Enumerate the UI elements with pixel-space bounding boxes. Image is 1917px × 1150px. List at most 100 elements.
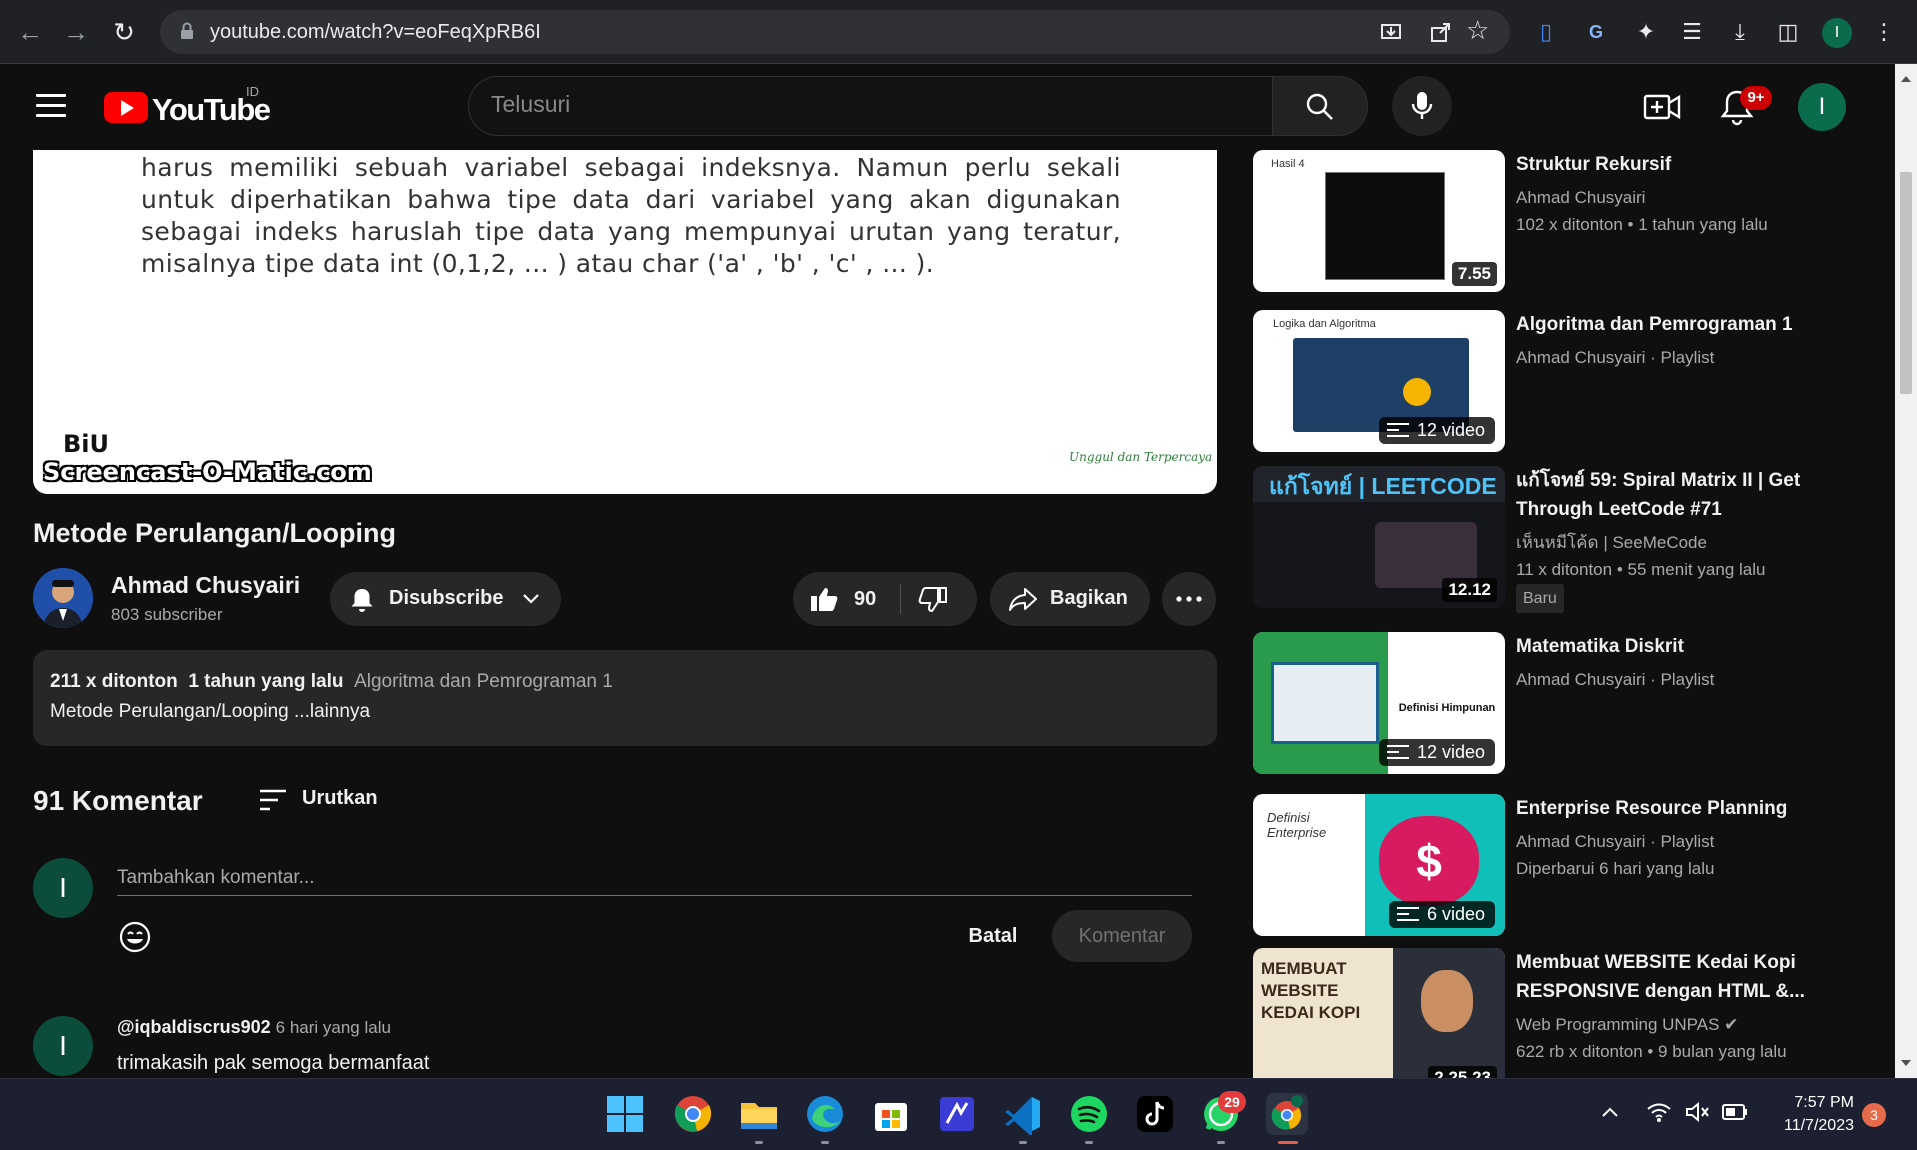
comment-author-handle[interactable]: @iqbaldiscrus902 — [117, 1017, 271, 1037]
playlist-count-badge: 12 video — [1378, 417, 1495, 444]
spotify-icon[interactable] — [1068, 1093, 1110, 1135]
recommendation-channel: Ahmad Chusyairi · Playlist — [1516, 670, 1715, 689]
file-explorer-icon[interactable] — [738, 1093, 780, 1135]
scrollbar-thumb[interactable] — [1900, 172, 1912, 394]
docs-extension-icon[interactable]: ▯ — [1528, 14, 1564, 50]
recommendation-item[interactable]: Definisi Himpunan 12 video Matematika Di… — [1253, 632, 1893, 774]
video-duration: 12.12 — [1442, 578, 1497, 602]
verified-check-icon: ✔ — [1724, 1015, 1739, 1034]
running-indicator — [755, 1141, 763, 1144]
bookmark-star-icon[interactable]: ☆ — [1466, 15, 1489, 46]
recommendation-item[interactable]: Logika dan Algoritma 12 video Algoritma … — [1253, 310, 1893, 452]
video-thumbnail[interactable]: MEMBUAT WEBSITE KEDAI KOPI 2.25.23 — [1253, 948, 1505, 1078]
recommendation-item[interactable]: Hasil 4 7.55 Struktur Rekursif Ahmad Chu… — [1253, 150, 1893, 292]
description-box[interactable]: 211 x ditonton 1 tahun yang lalu Algorit… — [33, 650, 1217, 746]
screencast-watermark: Screencast-O-Matic.com — [43, 458, 372, 486]
recommendation-item[interactable]: MEMBUAT WEBSITE KEDAI KOPI 2.25.23 Membu… — [1253, 948, 1893, 1078]
search-button[interactable] — [1272, 76, 1368, 136]
playlist-thumbnail[interactable]: Definisi Himpunan 12 video — [1253, 632, 1505, 774]
microphone-icon — [1411, 92, 1433, 119]
cancel-comment-button[interactable]: Batal — [958, 910, 1028, 962]
channel-avatar[interactable] — [33, 568, 93, 628]
bell-ringing-icon — [351, 589, 373, 612]
extensions-puzzle-icon[interactable]: ✦ — [1628, 14, 1664, 50]
slide-footer-logo: Unggul dan Terpercaya — [1069, 450, 1213, 464]
emoji-icon[interactable] — [118, 920, 152, 954]
playlist-thumbnail[interactable]: Definisi Enterprise $ 6 video — [1253, 794, 1505, 936]
recommendation-item[interactable]: แก้โจทย์ | LEETCODE 12.12 แก้โจทย์ 59: S… — [1253, 466, 1893, 613]
speaker-muted-icon[interactable] — [1684, 1101, 1710, 1123]
slide-text: harus memiliki sebuah variabel sebagai i… — [141, 153, 1121, 278]
recommendation-meta: 11 x ditonton • 55 menit yang lalu — [1516, 560, 1766, 579]
channel-name[interactable]: Ahmad Chusyairi — [111, 572, 300, 599]
clock-date[interactable]: 11/7/2023 — [1766, 1117, 1854, 1135]
recommendation-title: Enterprise Resource Planning — [1516, 798, 1788, 819]
share-page-icon[interactable] — [1430, 21, 1452, 43]
more-horizontal-icon — [1176, 596, 1202, 602]
forward-arrow-icon[interactable]: → — [58, 14, 94, 50]
translate-extension-icon[interactable]: G — [1578, 14, 1614, 50]
address-bar[interactable]: youtube.com/watch?v=eoFeqXpRB6I ☆ — [160, 10, 1510, 54]
comment-time[interactable]: 6 hari yang lalu — [276, 1018, 391, 1037]
voice-search-button[interactable] — [1392, 76, 1452, 136]
back-arrow-icon[interactable]: ← — [12, 14, 48, 50]
recommendation-channel: Ahmad Chusyairi · Playlist — [1516, 832, 1715, 851]
chrome-taskbar-icon[interactable] — [672, 1093, 714, 1135]
playlist-count-badge: 6 video — [1388, 901, 1495, 928]
like-divider — [900, 584, 901, 614]
recommendation-item[interactable]: Definisi Enterprise $ 6 video Enterprise… — [1253, 794, 1893, 936]
playlist-link[interactable]: Algoritma dan Pemrograman 1 — [354, 671, 613, 692]
thumbnail-caption: แก้โจทย์ | LEETCODE — [1253, 466, 1505, 502]
vscode-icon[interactable] — [1002, 1093, 1044, 1135]
clock-time[interactable]: 7:57 PM — [1790, 1094, 1854, 1112]
thumbnail-caption: Hasil 4 — [1271, 158, 1305, 170]
recommendation-meta: Diperbarui 6 hari yang lalu — [1516, 859, 1715, 878]
submit-comment-button[interactable]: Komentar — [1052, 910, 1192, 962]
active-indicator — [1278, 1141, 1298, 1144]
microsoft-store-icon[interactable] — [870, 1093, 912, 1135]
search-input[interactable] — [491, 91, 1231, 118]
chevron-up-icon[interactable] — [1600, 1105, 1620, 1119]
account-avatar[interactable]: I — [1798, 83, 1846, 131]
commenter-avatar[interactable]: I — [33, 1016, 93, 1076]
video-player[interactable]: harus memiliki sebuah variabel sebagai i… — [33, 150, 1217, 494]
tiktok-icon[interactable] — [1134, 1093, 1176, 1135]
side-panel-icon[interactable]: ◫ — [1770, 14, 1806, 50]
video-thumbnail[interactable]: แก้โจทย์ | LEETCODE 12.12 — [1253, 466, 1505, 608]
share-button[interactable]: Bagikan — [990, 572, 1150, 626]
thumbs-up-icon[interactable] — [809, 585, 839, 613]
more-actions-button[interactable] — [1162, 572, 1216, 626]
comment-input[interactable] — [117, 860, 1192, 896]
region-code: ID — [246, 84, 259, 99]
wifi-icon[interactable] — [1646, 1101, 1672, 1123]
page-scrollbar[interactable] — [1895, 64, 1917, 1078]
playlist-thumbnail[interactable]: Logika dan Algoritma 12 video — [1253, 310, 1505, 452]
download-icon[interactable]: ⤓ — [1722, 14, 1758, 50]
recommendation-channel: Web Programming UNPAS — [1516, 1015, 1720, 1034]
like-count: 90 — [854, 588, 877, 610]
notification-center-badge[interactable]: 3 — [1862, 1103, 1886, 1127]
new-badge: Baru — [1516, 584, 1564, 613]
scroll-up-arrow-icon[interactable] — [1901, 76, 1911, 82]
hamburger-menu-icon[interactable] — [36, 94, 66, 118]
profile-avatar[interactable]: I — [1822, 18, 1852, 48]
notes-app-icon[interactable] — [936, 1093, 978, 1135]
video-title: Metode Perulangan/Looping — [33, 518, 396, 548]
video-duration: 7.55 — [1451, 262, 1497, 286]
subscribed-button[interactable]: Disubscribe — [330, 572, 561, 626]
install-icon[interactable] — [1380, 21, 1402, 43]
create-video-icon[interactable] — [1640, 84, 1686, 130]
user-avatar: I — [33, 858, 93, 918]
chrome-profile-taskbar-icon[interactable] — [1266, 1093, 1308, 1135]
scroll-down-arrow-icon[interactable] — [1901, 1060, 1911, 1066]
windows-start-icon[interactable] — [604, 1093, 646, 1135]
menu-kebab-icon[interactable]: ⋮ — [1866, 14, 1902, 50]
reload-icon[interactable]: ↻ — [106, 14, 142, 50]
media-control-icon[interactable]: ☰ — [1674, 14, 1710, 50]
edge-icon[interactable] — [804, 1093, 846, 1135]
video-thumbnail[interactable]: Hasil 4 7.55 — [1253, 150, 1505, 292]
battery-icon[interactable] — [1722, 1103, 1748, 1121]
recommendation-meta: 622 rb x ditonton • 9 bulan yang lalu — [1516, 1042, 1787, 1061]
thumbs-down-icon[interactable] — [918, 586, 948, 614]
playlist-icon — [1386, 423, 1409, 437]
